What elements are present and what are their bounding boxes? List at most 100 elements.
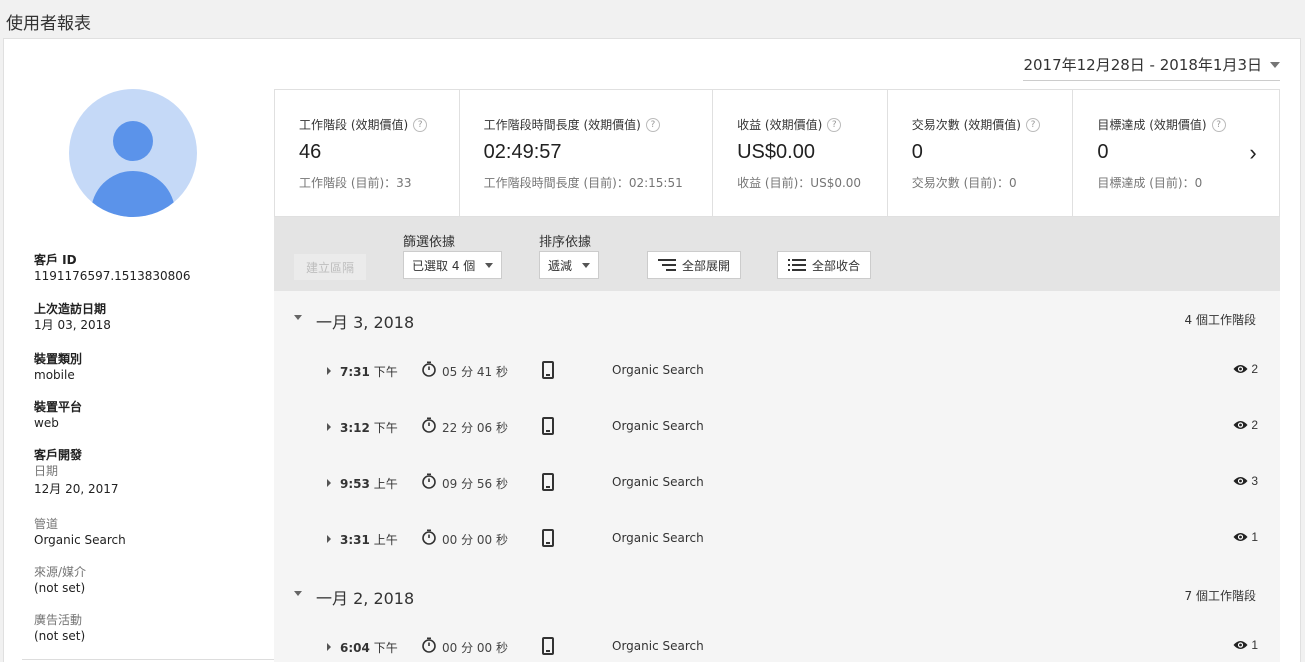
page-title: 使用者報表 <box>6 14 91 34</box>
sort-select[interactable]: 遞減 <box>539 251 600 279</box>
person-icon-body <box>91 171 175 217</box>
metric-title: 收益 (效期價值) <box>737 118 823 132</box>
metric-sessions: 工作階段 (效期價值)? 46 工作階段 (目前)：33 <box>275 90 460 216</box>
acquisition-label: 客戶開發 <box>34 448 83 462</box>
session-duration: 22 分 06 秒 <box>442 421 508 435</box>
expand-all-button[interactable]: 全部展開 <box>647 251 742 279</box>
acquisition-block: 客戶開發 日期 12月 20, 2017 <box>34 447 119 497</box>
session-row[interactable]: 6:04 下午 00 分 00 秒 Organic Search 1 <box>274 619 1280 662</box>
client-id-label: 客戶 ID <box>34 253 77 267</box>
help-icon[interactable]: ? <box>1025 117 1040 132</box>
source-label: 來源/媒介 <box>34 565 87 579</box>
metric-subtext: 工作階段時間長度 (目前)：02:15:51 <box>483 176 683 190</box>
help-icon[interactable]: ? <box>1211 117 1226 132</box>
device-category-value: mobile <box>34 368 75 382</box>
metric-revenue: 收益 (效期價值)? US$0.00 收益 (目前)：US$0.00 <box>713 90 888 216</box>
sidebar-divider <box>22 659 274 660</box>
client-id-block: 客戶 ID 1191176597.1513830806 <box>34 252 191 284</box>
eye-icon <box>1233 641 1248 649</box>
pageviews: 1 <box>1233 638 1258 652</box>
filter-label: 篩選依據 <box>403 235 456 250</box>
group-date: 一月 3, 2018 <box>316 313 415 332</box>
metric-title: 交易次數 (效期價值) <box>911 118 1021 132</box>
session-list: 一月 3, 2018 4 個工作階段 7:31 下午 05 分 41 秒 Org… <box>274 291 1280 662</box>
timer-icon <box>422 637 436 653</box>
device-category-block: 裝置類別 mobile <box>34 351 82 383</box>
channel-label: 管道 <box>34 517 59 531</box>
expand-triangle-icon <box>327 423 331 431</box>
source-block: 來源/媒介 (not set) <box>34 564 86 596</box>
expand-triangle-icon <box>327 535 331 543</box>
sort-select-value: 遞減 <box>548 258 573 273</box>
session-channel: Organic Search <box>612 419 704 433</box>
pageviews: 3 <box>1233 474 1258 488</box>
metric-value: 0 <box>911 141 923 163</box>
collapse-triangle-icon <box>294 591 302 596</box>
metric-subtext: 收益 (目前)：US$0.00 <box>737 176 862 190</box>
pageview-count: 1 <box>1251 530 1258 544</box>
session-row[interactable]: 9:53 上午 09 分 56 秒 Organic Search 3 <box>274 455 1280 511</box>
filter-select-value: 已選取 4 個 <box>412 258 476 273</box>
last-visit-label: 上次造訪日期 <box>34 302 107 316</box>
session-row[interactable]: 7:31 下午 05 分 41 秒 Organic Search 2 <box>274 343 1280 399</box>
smartphone-icon <box>542 529 554 547</box>
channel-value: Organic Search <box>34 533 126 547</box>
chevron-right-icon: › <box>1249 140 1257 165</box>
date-group-header[interactable]: 一月 2, 2018 7 個工作階段 <box>274 567 1280 619</box>
help-icon[interactable]: ? <box>645 117 660 132</box>
create-segment-button[interactable]: 建立區隔 <box>294 254 366 280</box>
filter-select[interactable]: 已選取 4 個 <box>403 251 503 279</box>
group-session-count: 7 個工作階段 <box>1184 589 1256 603</box>
expand-triangle-icon <box>327 479 331 487</box>
collapse-triangle-icon <box>294 315 302 320</box>
help-icon[interactable]: ? <box>827 117 842 132</box>
pageviews: 2 <box>1233 418 1258 432</box>
session-row[interactable]: 3:12 下午 22 分 06 秒 Organic Search 2 <box>274 399 1280 455</box>
expand-triangle-icon <box>327 367 331 375</box>
chevron-down-icon <box>485 262 494 268</box>
pageview-count: 3 <box>1251 474 1258 488</box>
help-icon[interactable]: ? <box>413 117 428 132</box>
last-visit-block: 上次造訪日期 1月 03, 2018 <box>34 301 111 333</box>
pageviews: 2 <box>1233 362 1258 376</box>
eye-icon <box>1233 365 1248 373</box>
smartphone-icon <box>542 637 554 655</box>
timer-icon <box>422 417 436 433</box>
report-card: 2017年12月28日 - 2018年1月3日 客戶 ID 1191176597… <box>3 38 1301 662</box>
session-time: 9:53 上午 <box>340 477 398 491</box>
metric-title: 目標達成 (效期價值) <box>1097 118 1207 132</box>
metric-value: US$0.00 <box>737 141 815 163</box>
last-visit-value: 1月 03, 2018 <box>34 318 111 332</box>
expand-all-label: 全部展開 <box>682 258 731 273</box>
date-range-text: 2017年12月28日 - 2018年1月3日 <box>1023 56 1262 74</box>
session-toolbar: 建立區隔 篩選依據 已選取 4 個 排序依據 遞減 全部展開 全部收合 <box>274 217 1280 291</box>
metric-title: 工作階段時間長度 (效期價值) <box>483 118 641 132</box>
pageviews: 1 <box>1233 530 1258 544</box>
smartphone-icon <box>542 473 554 491</box>
person-icon-head <box>113 121 153 161</box>
device-platform-value: web <box>34 416 59 430</box>
campaign-label: 廣告活動 <box>34 613 83 627</box>
metrics-next-button[interactable]: › <box>1227 90 1279 216</box>
session-channel: Organic Search <box>612 363 704 377</box>
acquisition-date-label: 日期 <box>34 464 59 478</box>
metric-session-duration: 工作階段時間長度 (效期價值)? 02:49:57 工作階段時間長度 (目前)：… <box>460 90 714 216</box>
collapse-all-button[interactable]: 全部收合 <box>777 251 872 279</box>
session-duration: 00 分 00 秒 <box>442 641 508 655</box>
campaign-value: (not set) <box>34 629 86 643</box>
user-sidebar: 客戶 ID 1191176597.1513830806 上次造訪日期 1月 03… <box>4 39 274 662</box>
session-channel: Organic Search <box>612 639 704 653</box>
source-value: (not set) <box>34 581 86 595</box>
collapse-all-label: 全部收合 <box>812 258 861 273</box>
metric-transactions: 交易次數 (效期價值)? 0 交易次數 (目前)：0 <box>888 90 1074 216</box>
client-id-value: 1191176597.1513830806 <box>34 269 191 283</box>
date-group-header[interactable]: 一月 3, 2018 4 個工作階段 <box>274 291 1280 343</box>
session-time: 3:12 下午 <box>340 421 398 435</box>
session-row[interactable]: 3:31 上午 00 分 00 秒 Organic Search 1 <box>274 511 1280 567</box>
smartphone-icon <box>542 417 554 435</box>
device-platform-block: 裝置平台 web <box>34 399 82 431</box>
date-range-picker[interactable]: 2017年12月28日 - 2018年1月3日 <box>1023 54 1280 81</box>
eye-icon <box>1233 421 1248 429</box>
smartphone-icon <box>542 361 554 379</box>
session-channel: Organic Search <box>612 475 704 489</box>
